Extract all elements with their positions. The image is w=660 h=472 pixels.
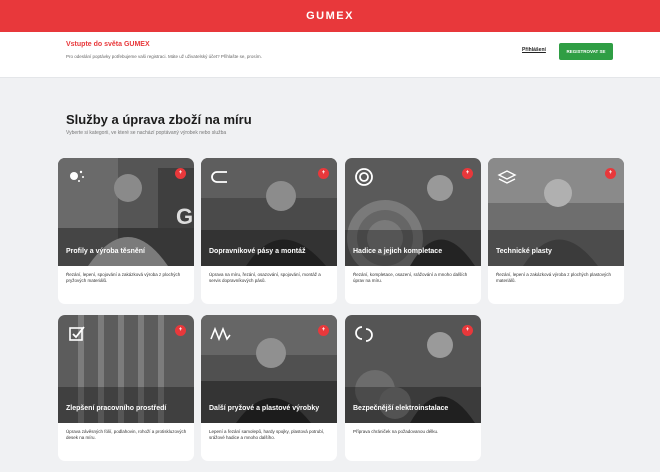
sparkle-icon (70, 170, 84, 182)
card-title: Profily a výroba těsnění (66, 248, 145, 255)
top-brand-bar: GUMEX (0, 0, 660, 32)
category-card-profily[interactable]: GU + Profily a výroba těsnění Řezání, le… (58, 158, 194, 304)
page-subtitle: Vyberte si kategorii, ve které se nacház… (66, 130, 227, 136)
card-photo: + Dopravníkové pásy a montáž (201, 158, 337, 266)
banner-text: Pro odeslání poptávky potřebujeme vaši r… (66, 54, 262, 59)
expand-badge[interactable]: + (175, 168, 186, 179)
registration-banner: Vstupte do světa GUMEX Pro odeslání popt… (0, 32, 660, 78)
expand-badge[interactable]: + (318, 168, 329, 179)
card-photo: + Další pryžové a plastové výrobky (201, 315, 337, 423)
wave-icon (210, 326, 231, 342)
card-photo: + Technické plasty (488, 158, 624, 266)
expand-badge[interactable]: + (175, 325, 186, 336)
layers-icon (497, 170, 517, 184)
checkbox-icon (69, 326, 85, 341)
card-title: Hadice a jejich kompletace (353, 248, 443, 255)
card-photo: + Bezpečnější elektroinstalace (345, 315, 481, 423)
conveyor-icon (211, 171, 227, 183)
expand-badge[interactable]: + (318, 325, 329, 336)
page-title: Služby a úprava zboží na míru (66, 112, 252, 127)
card-photo: + Hadice a jejich kompletace (345, 158, 481, 266)
gumex-logo[interactable]: GUMEX (306, 10, 354, 22)
register-button[interactable]: REGISTROVAT SE (559, 43, 613, 60)
category-card-elektro[interactable]: + Bezpečnější elektroinstalace Příprava … (345, 315, 481, 461)
card-title: Technické plasty (496, 248, 552, 255)
category-card-prostredi[interactable]: + Zlepšení pracovního prostředí Úprava z… (58, 315, 194, 461)
category-card-plasty[interactable]: + Technické plasty Řezání, lepení a zaká… (488, 158, 624, 304)
expand-badge[interactable]: + (462, 325, 473, 336)
card-description: Řezání, lepení a zakázková výroba z ploc… (496, 272, 612, 284)
card-description: Řezání, lepení, spojování a zakázková vý… (66, 272, 181, 284)
card-photo: + Zlepšení pracovního prostředí (58, 315, 194, 423)
category-card-hadice[interactable]: + Hadice a jejich kompletace Řezání, kom… (345, 158, 481, 304)
card-description: Úprava závěsných fólií, podlahovin, roho… (66, 429, 187, 441)
card-photo: GU + Profily a výroba těsnění (58, 158, 194, 266)
card-title: Další pryžové a plastové výrobky (209, 405, 320, 412)
category-card-dalsi[interactable]: + Další pryžové a plastové výrobky Lepen… (201, 315, 337, 461)
card-title: Zlepšení pracovního prostředí (66, 405, 167, 412)
svg-text:GU: GU (176, 204, 194, 229)
card-description: Úprava na míru, řezání, osazování, spojo… (209, 272, 321, 284)
card-description: Příprava chrániček na požadovanou délku. (353, 429, 439, 434)
login-link[interactable]: Přihlášení (522, 47, 546, 53)
card-description: Řezání, kompletace, osazení, srážování a… (353, 272, 468, 284)
cable-loop-icon (355, 326, 373, 342)
card-description: Lepení a řezání samolepů, hardy spojky, … (209, 429, 325, 441)
card-title: Dopravníkové pásy a montáž (209, 248, 306, 255)
expand-badge[interactable]: + (605, 168, 616, 179)
expand-badge[interactable]: + (462, 168, 473, 179)
card-title: Bezpečnější elektroinstalace (353, 405, 449, 412)
hose-coil-icon (355, 168, 373, 186)
category-card-dopravniky[interactable]: + Dopravníkové pásy a montáž Úprava na m… (201, 158, 337, 304)
banner-title: Vstupte do světa GUMEX (66, 41, 150, 48)
